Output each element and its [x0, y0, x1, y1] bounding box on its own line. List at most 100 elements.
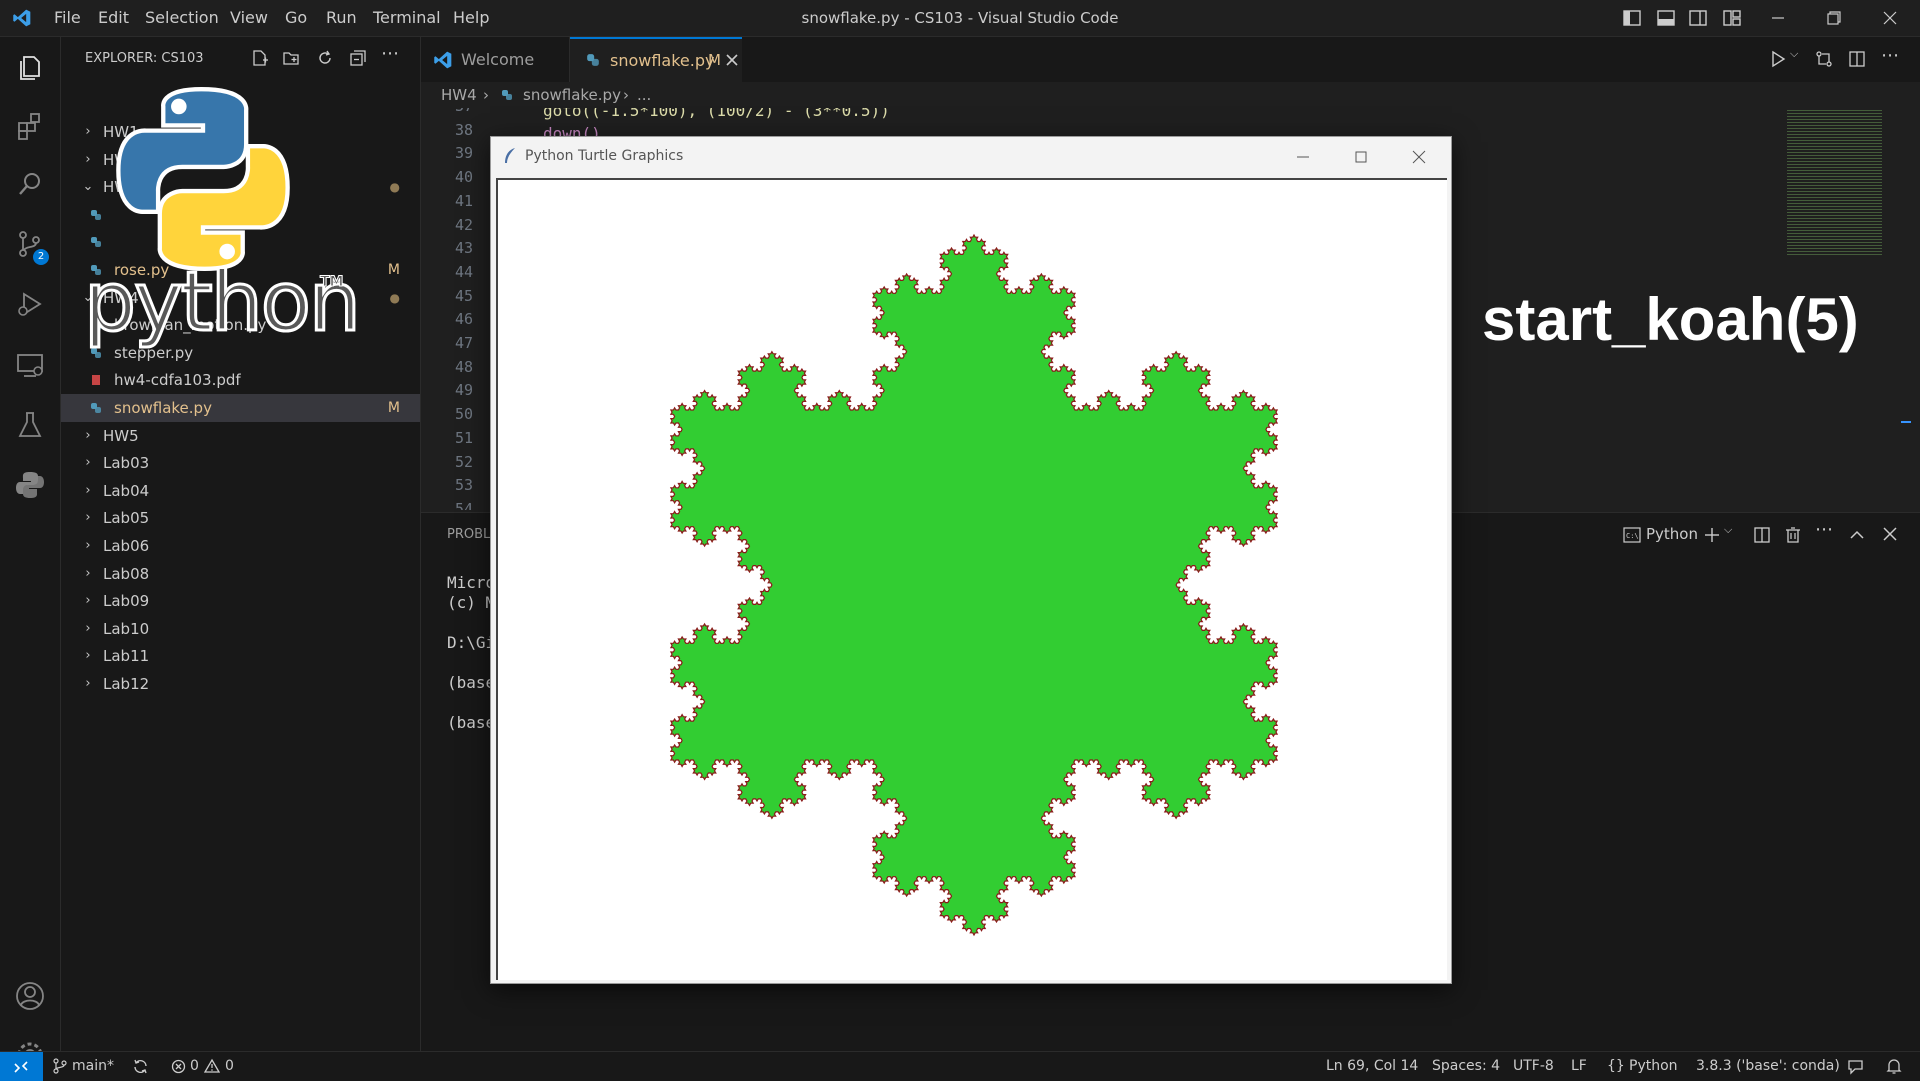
modified-indicator: M — [387, 400, 400, 416]
terminal-line: Micro — [447, 573, 496, 592]
menu-file[interactable]: File — [54, 0, 81, 36]
notifications-bell-icon[interactable] — [1886, 1058, 1902, 1075]
tree-item-label: Lab11 — [103, 647, 150, 666]
breadcrumb-folder[interactable]: HW4 — [441, 82, 477, 108]
tree-folder[interactable]: › HW5 — [61, 422, 420, 450]
terminal-dropdown-icon[interactable]: ⌵ — [1724, 523, 1732, 537]
warning-count[interactable]: 0 — [225, 1052, 234, 1081]
turtle-close-icon[interactable] — [1411, 149, 1427, 165]
end-of-line[interactable]: LF — [1571, 1052, 1587, 1081]
new-file-icon[interactable] — [251, 49, 269, 67]
terminal-profile-label[interactable]: Python — [1646, 525, 1698, 543]
branch-name[interactable]: main* — [72, 1052, 114, 1081]
restore-icon[interactable] — [1824, 8, 1844, 28]
split-editor-icon[interactable] — [1848, 50, 1866, 68]
accounts-icon[interactable] — [14, 980, 46, 1012]
tab-close-icon[interactable] — [726, 54, 738, 66]
open-changes-icon[interactable] — [1815, 50, 1833, 68]
tree-folder[interactable]: › Lab12 — [61, 670, 420, 698]
tab-welcome[interactable]: Welcome — [421, 37, 570, 82]
tree-file[interactable]: hw4-cdfa103.pdf — [61, 366, 420, 394]
language-mode[interactable]: Python — [1629, 1052, 1678, 1081]
minimap[interactable] — [1787, 110, 1882, 255]
python-interpreter[interactable]: 3.8.3 ('base': conda) — [1696, 1052, 1840, 1081]
line-number: 39 — [454, 144, 473, 163]
tree-item-label: Lab08 — [103, 564, 150, 583]
terminal-line: D:\Gi — [447, 633, 496, 652]
menu-selection[interactable]: Selection — [145, 0, 219, 36]
run-dropdown-icon[interactable]: ⌵ — [1790, 47, 1798, 61]
extensions-icon[interactable] — [14, 110, 46, 142]
maximize-panel-chevron-up-icon[interactable] — [1848, 526, 1866, 544]
tree-item-label: Lab12 — [103, 675, 150, 693]
tree-folder[interactable]: › Lab11 — [61, 642, 420, 670]
chevron-right-icon: › — [85, 648, 91, 664]
explorer-header: EXPLORER: CS103 — [85, 51, 204, 66]
tree-folder[interactable]: › Lab08 — [61, 560, 420, 588]
terminal-line: (base — [447, 713, 496, 732]
feedback-icon[interactable] — [1847, 1058, 1864, 1075]
breadcrumb-symbol[interactable]: ... — [637, 82, 651, 108]
tree-item-label: Lab06 — [103, 537, 150, 555]
refresh-icon[interactable] — [316, 49, 334, 67]
chevron-right-icon: › — [85, 620, 91, 636]
new-folder-icon[interactable] — [283, 49, 301, 67]
minimize-icon[interactable] — [1768, 8, 1788, 28]
breadcrumb-file[interactable]: snowflake.py — [523, 82, 621, 108]
close-icon[interactable] — [1880, 8, 1900, 28]
editor-tabs: Welcome snowflake.py M ⌵ ⋯ — [421, 37, 1920, 83]
menu-run[interactable]: Run — [326, 0, 357, 36]
sync-icon[interactable] — [132, 1058, 149, 1075]
toggle-primary-sidebar-icon[interactable] — [1622, 8, 1642, 28]
chevron-right-icon: › — [85, 482, 91, 498]
modified-dot-icon: ● — [389, 180, 400, 195]
customize-layout-icon[interactable] — [1722, 8, 1742, 28]
error-count[interactable]: 0 — [190, 1052, 199, 1081]
tree-folder[interactable]: › Lab10 — [61, 615, 420, 643]
menu-help[interactable]: Help — [453, 0, 489, 36]
tab-welcome-label: Welcome — [461, 50, 535, 69]
warning-icon[interactable] — [204, 1058, 220, 1074]
run-python-file-icon[interactable] — [1769, 50, 1787, 68]
menu-edit[interactable]: Edit — [98, 0, 129, 36]
error-icon[interactable] — [171, 1059, 186, 1074]
tree-file[interactable]: snowflake.py M — [61, 394, 420, 422]
tab-modified-mark: M — [708, 51, 721, 69]
toggle-secondary-sidebar-icon[interactable] — [1688, 8, 1708, 28]
editor-more-actions-icon[interactable]: ⋯ — [1881, 45, 1899, 66]
menu-terminal[interactable]: Terminal — [373, 0, 441, 36]
split-terminal-icon[interactable] — [1753, 526, 1771, 544]
new-terminal-icon[interactable] — [1703, 526, 1721, 544]
close-panel-icon[interactable] — [1882, 526, 1898, 542]
search-icon[interactable] — [14, 168, 46, 200]
more-actions-icon[interactable]: ⋯ — [381, 43, 399, 64]
cursor-position[interactable]: Ln 69, Col 14 — [1326, 1052, 1418, 1081]
tree-folder[interactable]: › Lab09 — [61, 587, 420, 615]
menu-view[interactable]: View — [230, 0, 268, 36]
breadcrumb: HW4 › snowflake.py › ... — [421, 82, 1920, 108]
python-icon[interactable] — [14, 469, 46, 501]
collapse-all-icon[interactable] — [349, 49, 367, 67]
tree-folder[interactable]: › Lab03 — [61, 449, 420, 477]
panel-more-actions-icon[interactable]: ⋯ — [1815, 519, 1833, 540]
run-debug-icon[interactable] — [14, 288, 46, 320]
tree-folder[interactable]: › Lab05 — [61, 504, 420, 532]
tree-folder[interactable]: › Lab06 — [61, 532, 420, 560]
remote-explorer-icon[interactable] — [14, 349, 46, 381]
toggle-panel-icon[interactable] — [1656, 8, 1676, 28]
remote-indicator[interactable] — [0, 1052, 43, 1081]
line-number: 49 — [454, 381, 473, 400]
remote-icon — [14, 1061, 28, 1073]
turtle-minimize-icon[interactable] — [1295, 149, 1311, 165]
turtle-maximize-icon[interactable] — [1353, 149, 1369, 165]
kill-terminal-trash-icon[interactable] — [1784, 526, 1802, 544]
encoding[interactable]: UTF-8 — [1513, 1052, 1554, 1081]
tree-folder[interactable]: › Lab04 — [61, 477, 420, 505]
turtle-canvas[interactable] — [496, 178, 1447, 980]
tree-item-label: snowflake.py — [114, 399, 212, 417]
indentation[interactable]: Spaces: 4 — [1432, 1052, 1500, 1081]
menu-go[interactable]: Go — [285, 0, 307, 36]
explorer-icon[interactable] — [14, 51, 46, 83]
tab-snowflake[interactable]: snowflake.py M — [570, 37, 742, 82]
testing-icon[interactable] — [14, 409, 46, 441]
